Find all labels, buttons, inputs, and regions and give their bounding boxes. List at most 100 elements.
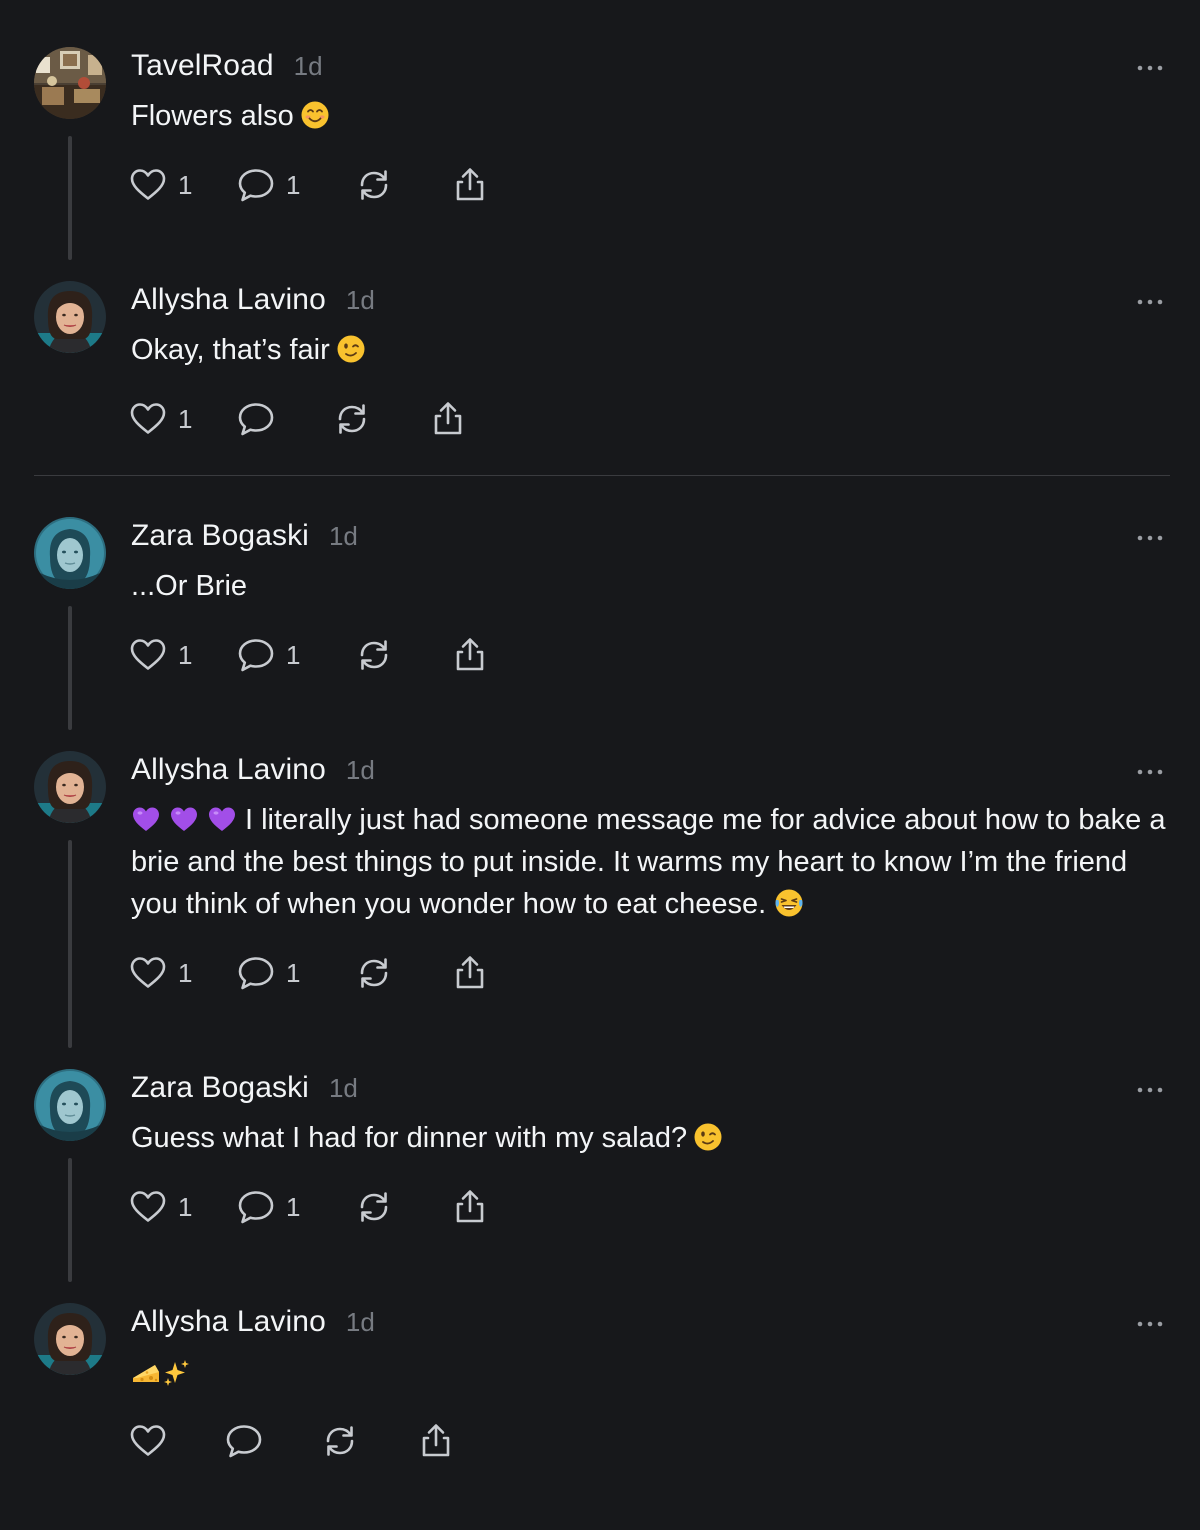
like-button[interactable]	[128, 1421, 224, 1461]
share-icon	[450, 165, 490, 205]
repost-icon	[332, 399, 372, 439]
like-button[interactable]: 1	[128, 1187, 236, 1227]
thread-divider	[34, 475, 1170, 476]
thread-connector-line	[68, 840, 72, 1048]
comment-icon	[224, 1421, 264, 1461]
repost-button[interactable]	[332, 399, 428, 439]
more-options-icon[interactable]	[1134, 1309, 1166, 1339]
avatar[interactable]	[34, 1303, 106, 1375]
like-count: 1	[178, 169, 193, 200]
reply-count: 1	[286, 1191, 301, 1222]
share-icon	[416, 1421, 456, 1461]
reply-button[interactable]: 1	[236, 1187, 354, 1227]
post-text-content: I literally just had someone message me …	[131, 804, 1174, 920]
more-options-icon[interactable]	[1134, 757, 1166, 787]
like-button[interactable]: 1	[128, 399, 236, 439]
purple-heart-emoji	[207, 804, 237, 834]
reply-button[interactable]: 1	[236, 635, 354, 675]
winking-face-emoji	[336, 334, 366, 364]
post-timestamp: 1d	[293, 51, 323, 81]
post-actions: 1 1	[128, 165, 490, 205]
repost-button[interactable]	[354, 1187, 450, 1227]
share-button[interactable]	[450, 1187, 490, 1227]
username[interactable]: Allysha Lavino	[131, 1305, 326, 1339]
username[interactable]: Zara Bogaski	[131, 1071, 309, 1105]
like-button[interactable]: 1	[128, 165, 236, 205]
more-options-icon[interactable]	[1134, 53, 1166, 83]
repost-icon	[354, 635, 394, 675]
post-text-content: Flowers also	[131, 100, 294, 132]
reply-button[interactable]	[236, 399, 332, 439]
comment-icon	[236, 165, 276, 205]
post-timestamp: 1d	[328, 521, 358, 551]
username[interactable]: Zara Bogaski	[131, 519, 309, 553]
avatar[interactable]	[34, 47, 106, 119]
comment-icon	[236, 635, 276, 675]
heart-icon	[128, 1187, 168, 1227]
reply-count: 1	[286, 957, 301, 988]
like-button[interactable]: 1	[128, 635, 236, 675]
winking-face-emoji	[693, 1122, 723, 1152]
like-count: 1	[178, 957, 193, 988]
post-text: Guess what I had for dinner with my sala…	[131, 1117, 1176, 1159]
username[interactable]: TavelRoad	[131, 49, 274, 83]
repost-icon	[354, 1187, 394, 1227]
repost-button[interactable]	[354, 953, 450, 993]
reply-count: 1	[286, 639, 301, 670]
share-button[interactable]	[450, 953, 490, 993]
reply-button[interactable]: 1	[236, 953, 354, 993]
username[interactable]: Allysha Lavino	[131, 283, 326, 317]
share-button[interactable]	[428, 399, 468, 439]
heart-icon	[128, 165, 168, 205]
reply-count: 1	[286, 169, 301, 200]
more-options-icon[interactable]	[1134, 523, 1166, 553]
like-count: 1	[178, 1191, 193, 1222]
like-button[interactable]: 1	[128, 953, 236, 993]
avatar[interactable]	[34, 751, 106, 823]
cheese-emoji	[131, 1358, 161, 1388]
sparkles-emoji	[161, 1358, 191, 1388]
like-count: 1	[178, 639, 193, 670]
repost-icon	[354, 953, 394, 993]
repost-button[interactable]	[354, 165, 450, 205]
post-actions: 1 1	[128, 953, 490, 993]
post-actions: 1 1	[128, 1187, 490, 1227]
repost-button[interactable]	[354, 635, 450, 675]
heart-icon	[128, 953, 168, 993]
share-button[interactable]	[450, 165, 490, 205]
post-timestamp: 1d	[345, 755, 375, 785]
avatar[interactable]	[34, 517, 106, 589]
reply-button[interactable]	[224, 1421, 320, 1461]
reply-button[interactable]: 1	[236, 165, 354, 205]
post-actions: 1	[128, 399, 468, 439]
share-icon	[428, 399, 468, 439]
more-options-icon[interactable]	[1134, 287, 1166, 317]
post-timestamp: 1d	[345, 1307, 375, 1337]
heart-icon	[128, 399, 168, 439]
threads-replies-feed: TavelRoad 1d Flowers also 1 1 Allysha La…	[0, 0, 1200, 1530]
comment-icon	[236, 953, 276, 993]
more-options-icon[interactable]	[1134, 1075, 1166, 1105]
post-text	[131, 1353, 1176, 1395]
post-text-content: Guess what I had for dinner with my sala…	[131, 1122, 688, 1154]
smiling-face-emoji	[300, 100, 330, 130]
avatar[interactable]	[34, 281, 106, 353]
share-button[interactable]	[416, 1421, 456, 1461]
post-timestamp: 1d	[345, 285, 375, 315]
like-count: 1	[178, 403, 193, 434]
post-actions: 1 1	[128, 635, 490, 675]
avatar[interactable]	[34, 1069, 106, 1141]
post-text-content: Okay, that’s fair	[131, 334, 330, 366]
post-text: Okay, that’s fair	[131, 329, 1176, 371]
thread-connector-line	[68, 136, 72, 260]
comment-icon	[236, 399, 276, 439]
thread-connector-line	[68, 1158, 72, 1282]
username[interactable]: Allysha Lavino	[131, 753, 326, 787]
repost-icon	[320, 1421, 360, 1461]
heart-icon	[128, 635, 168, 675]
post-actions	[128, 1421, 456, 1461]
purple-heart-emoji	[169, 804, 199, 834]
share-icon	[450, 635, 490, 675]
repost-button[interactable]	[320, 1421, 416, 1461]
share-button[interactable]	[450, 635, 490, 675]
